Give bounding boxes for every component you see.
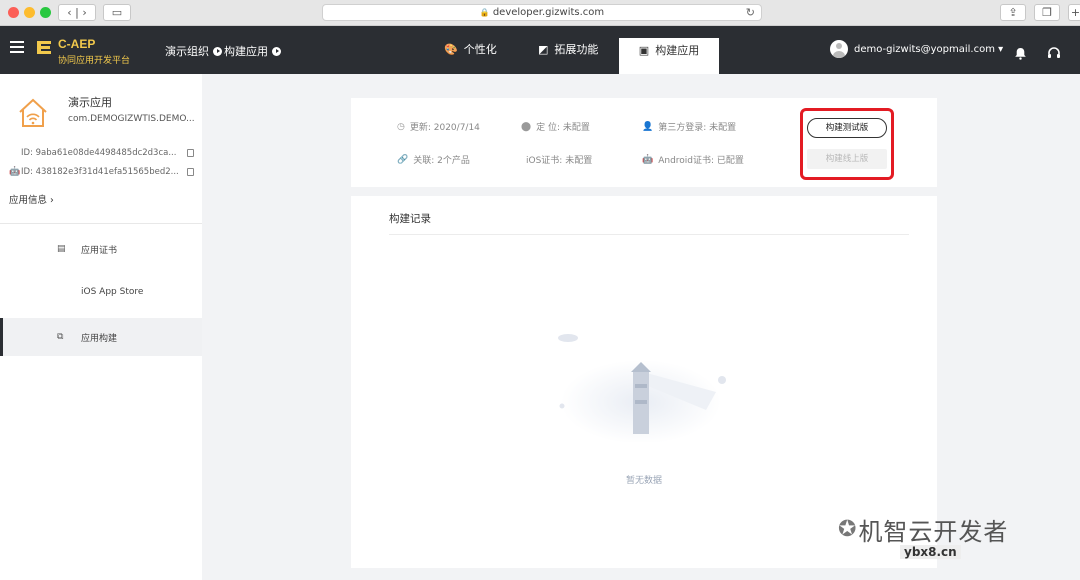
new-tab-button[interactable]: + (1068, 4, 1080, 21)
location-pin-icon: ⬤ (521, 121, 532, 132)
sidebar-toggle-icon[interactable]: ▭ (103, 4, 131, 21)
play-circle-icon (213, 46, 222, 56)
section-title: 构建记录 (389, 213, 431, 225)
tab-extensions[interactable]: ◩ 拓展功能 (538, 36, 598, 74)
ios-cert-status: iOS证书: 未配置 (521, 153, 592, 166)
palette-icon: 🎨 (444, 43, 458, 56)
watermark-text: 机智云开发者 (858, 518, 1009, 546)
highlight-box (800, 108, 894, 180)
chevron-right-icon[interactable]: › (82, 6, 86, 19)
app-name: 演示应用 (68, 96, 112, 109)
breadcrumb-org-label: 演示组织 (165, 45, 209, 58)
browser-toolbar: ‹ | › ▭ 🔒 developer.gizwits.com ↻ ⇪ ❐ + (0, 0, 1080, 26)
divider (0, 223, 202, 224)
headset-support-icon[interactable] (1047, 45, 1061, 58)
location-text: 定 位: 未配置 (536, 123, 590, 133)
app-info-card: ◷ 更新: 2020/7/14 ⬤ 定 位: 未配置 👤 第三方登录: 未配置 🔗 关联… (351, 98, 937, 187)
third-party-login-status: 👤 第三方登录: 未配置 (642, 120, 737, 134)
third-login-text: 第三方登录: 未配置 (658, 123, 737, 133)
ios-app-id: ID: 9aba61e08de4498485dc2d3ca... (9, 148, 199, 158)
hamburger-menu-icon[interactable] (10, 41, 24, 53)
watermark-site: ybx8.cn (900, 545, 961, 559)
tab-extensions-label: 拓展功能 (554, 43, 599, 56)
breadcrumb-app[interactable]: 构建应用 (224, 43, 281, 59)
location-status: ⬤ 定 位: 未配置 (521, 120, 590, 134)
sidebar-item-label: 应用证书 (81, 246, 118, 256)
sidebar-item-label: iOS App Store (81, 287, 144, 297)
sidebar-item-app-build[interactable]: ⧉ 应用构建 (0, 318, 202, 356)
puzzle-icon: ◩ (538, 43, 549, 56)
chevron-right-icon: › (50, 195, 54, 206)
sidebar-item-label: 应用构建 (81, 334, 118, 344)
id-label: ID: (21, 148, 33, 158)
copy-icon[interactable] (187, 149, 194, 157)
breadcrumb-org[interactable]: 演示组织 (165, 43, 222, 59)
tabs-overview-icon[interactable]: ❐ (1034, 4, 1060, 21)
link-icon: 🔗 (397, 154, 409, 165)
sidebar-item-certificate[interactable]: ▤ 应用证书 (0, 230, 202, 268)
copy-icon[interactable] (187, 168, 194, 176)
android-icon: 🤖 (642, 154, 654, 165)
update-date-text: 更新: 2020/7/14 (409, 123, 480, 133)
app-info-link[interactable]: 应用信息 › (9, 192, 54, 206)
breadcrumb-app-label: 构建应用 (224, 45, 268, 58)
update-date: ◷ 更新: 2020/7/14 (397, 120, 480, 134)
play-circle-icon (272, 46, 281, 56)
lock-icon: 🔒 (479, 8, 490, 17)
app-package: com.DEMOGIZWTIS.DEMO... (68, 114, 195, 124)
android-cert-text: Android证书: 已配置 (658, 156, 744, 166)
brand-name: C-AEP (58, 37, 96, 51)
user-email: demo-gizwits@yopmail.com ▾ (854, 43, 1004, 55)
app-sidebar: 演示应用 com.DEMOGIZWTIS.DEMO... ID: 9aba61e… (0, 74, 202, 580)
tab-personalize-label: 个性化 (463, 43, 497, 56)
copy-icon: ⧉ (57, 332, 64, 342)
certificate-icon: ▤ (57, 244, 66, 254)
zoom-window-icon[interactable] (40, 7, 51, 18)
brand-subtitle: 协同应用开发平台 (58, 56, 131, 66)
id-label: ID: (21, 167, 33, 177)
share-icon[interactable]: ⇪ (1000, 4, 1026, 21)
address-bar[interactable]: 🔒 developer.gizwits.com ↻ (322, 4, 762, 21)
sidebar-item-ios-app-store[interactable]: iOS App Store (0, 274, 202, 312)
user-icon: 👤 (642, 121, 654, 132)
minimize-window-icon[interactable] (24, 7, 35, 18)
watermark: ✪ 机智云开发者 (838, 512, 1008, 547)
linked-text: 关联: 2个产品 (413, 156, 470, 166)
user-menu[interactable]: demo-gizwits@yopmail.com ▾ (830, 40, 1003, 58)
cloud-logo-icon (36, 39, 52, 59)
bell-icon[interactable] (1014, 45, 1027, 60)
wechat-icon: ✪ (838, 517, 857, 542)
smart-home-icon (16, 96, 50, 130)
tab-build-app-label: 构建应用 (655, 44, 700, 57)
url-text: developer.gizwits.com (492, 7, 605, 18)
id-value: 438182e3f31d41efa51565bed2... (35, 167, 179, 177)
tab-build-app[interactable]: ▣ 构建应用 (619, 38, 719, 74)
android-app-id: 🤖 ID: 438182e3f31d41efa51565bed2... (9, 167, 199, 177)
lighthouse-empty-illustration (551, 332, 731, 444)
linked-products: 🔗 关联: 2个产品 (397, 153, 470, 167)
chevron-left-icon[interactable]: ‹ (67, 6, 71, 19)
top-navigation-bar: C-AEP 协同应用开发平台 演示组织 构建应用 🎨 个性化 ◩ 拓展功能 ▣ 构建应… (0, 26, 1080, 74)
empty-state-text: 暂无数据 (625, 476, 662, 486)
id-value: 9aba61e08de4498485dc2d3ca... (35, 148, 177, 158)
build-icon: ▣ (638, 44, 650, 57)
divider (389, 234, 909, 235)
tab-personalize[interactable]: 🎨 个性化 (444, 36, 497, 74)
back-forward-buttons[interactable]: ‹ | › (58, 4, 96, 21)
app-info-label: 应用信息 (9, 195, 48, 206)
avatar (830, 40, 848, 58)
reload-icon[interactable]: ↻ (746, 5, 755, 20)
close-window-icon[interactable] (8, 7, 19, 18)
android-icon: 🤖 (9, 167, 21, 177)
ios-cert-text: iOS证书: 未配置 (526, 156, 593, 166)
android-cert-status: 🤖 Android证书: 已配置 (642, 153, 744, 167)
clock-icon: ◷ (397, 121, 405, 132)
